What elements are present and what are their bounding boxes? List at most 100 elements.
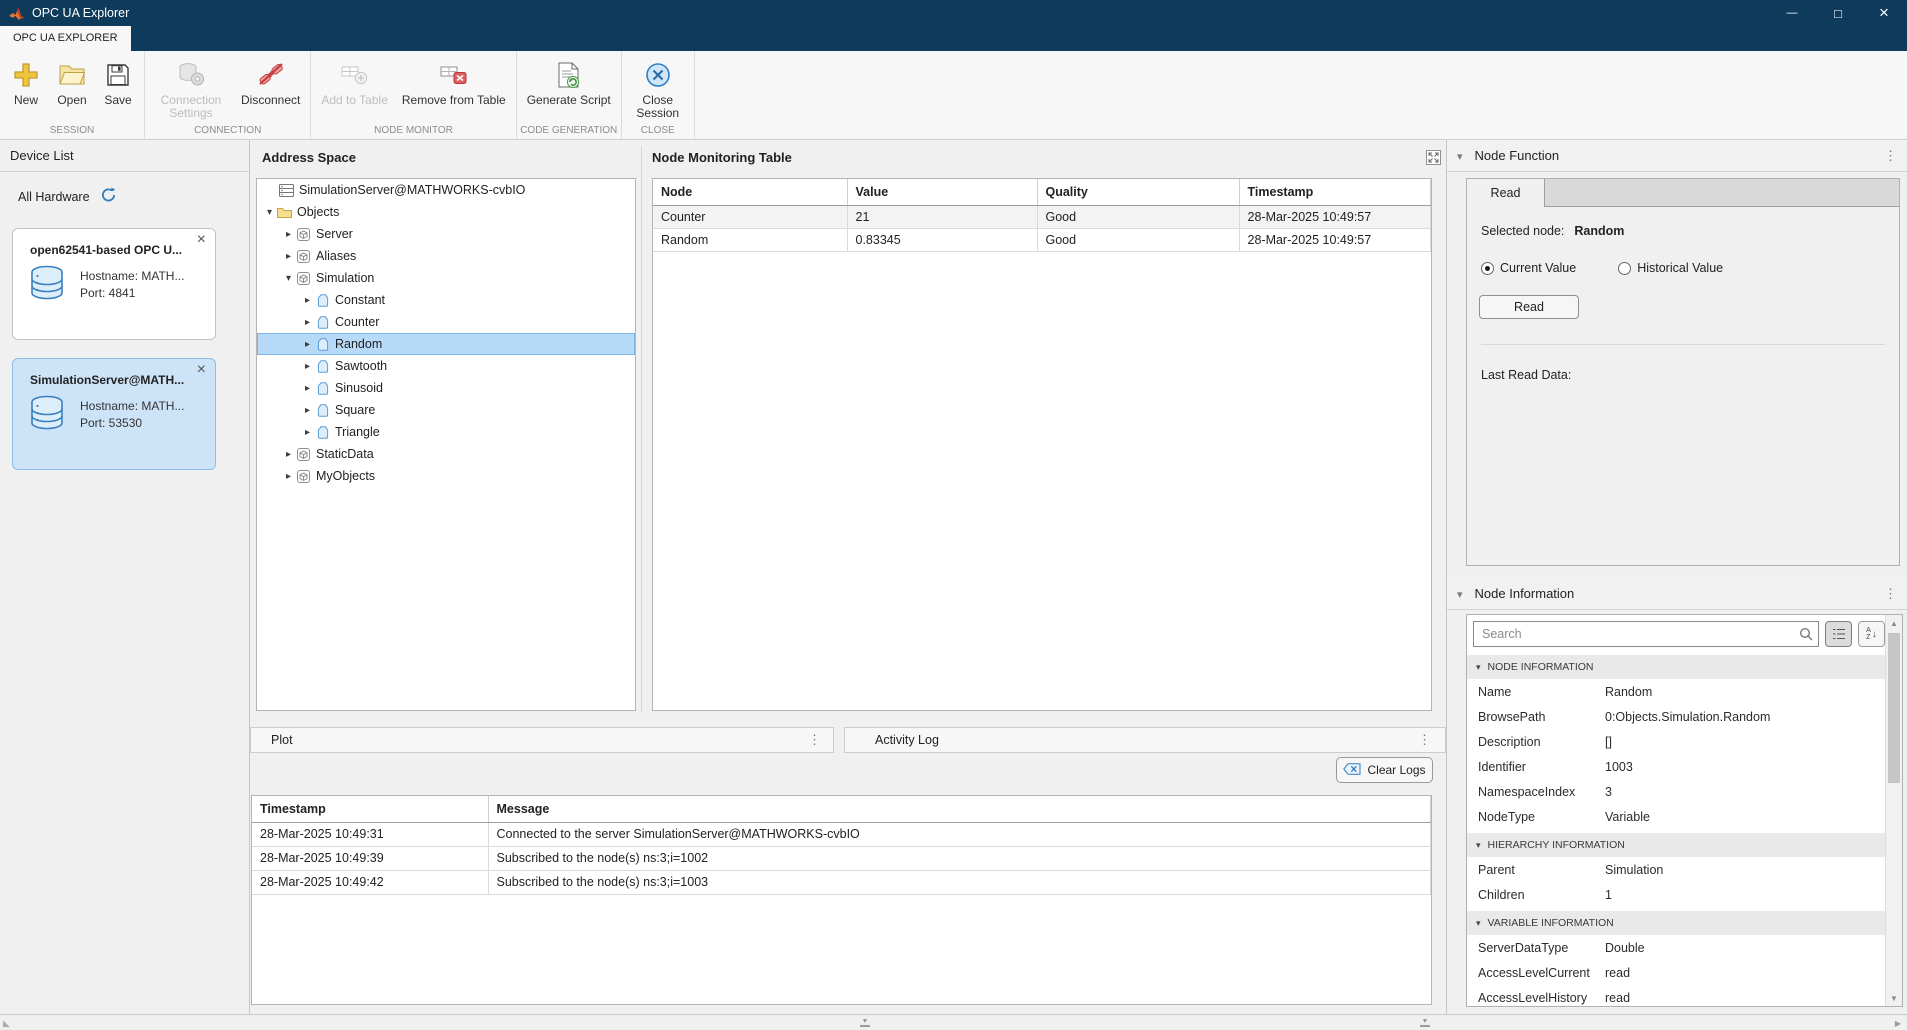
section-node-information[interactable]: NODE INFORMATION: [1467, 655, 1885, 679]
tree-node-myobjects[interactable]: MyObjects: [257, 465, 635, 487]
historical-value-radio[interactable]: Historical Value: [1618, 261, 1723, 275]
tree-node-simulation[interactable]: Simulation: [257, 267, 635, 289]
activity-log-title: Activity Log: [845, 733, 939, 747]
expander-icon[interactable]: [282, 229, 295, 240]
read-button[interactable]: Read: [1479, 295, 1579, 319]
tree-node-objects[interactable]: Objects: [257, 201, 635, 223]
close-session-button[interactable]: Close Session: [632, 58, 684, 120]
scrollbar[interactable]: ▲ ▼: [1885, 615, 1902, 1006]
connection-settings-button[interactable]: Connection Settings: [155, 58, 227, 120]
node-information-header[interactable]: Node Information: [1447, 578, 1907, 610]
tree-node-counter[interactable]: Counter: [257, 311, 635, 333]
object-icon: [295, 470, 312, 483]
column-header-value[interactable]: Value: [847, 179, 1037, 205]
add-to-table-button[interactable]: Add to Table: [321, 58, 388, 107]
close-window-button[interactable]: [1861, 0, 1907, 26]
open-button[interactable]: Open: [56, 58, 88, 107]
activity-log-menu-icon[interactable]: [1418, 732, 1445, 748]
right-panel-splitter[interactable]: [1446, 140, 1447, 1014]
expander-icon[interactable]: [282, 449, 295, 460]
generate-script-icon: [556, 58, 582, 91]
maximize-button[interactable]: [1815, 0, 1861, 26]
scroll-thumb[interactable]: [1888, 633, 1900, 783]
remove-from-table-icon: [439, 58, 469, 91]
tab-opc-ua-explorer[interactable]: OPC UA EXPLORER: [0, 26, 131, 51]
remove-from-table-button[interactable]: Remove from Table: [402, 58, 506, 107]
window-title: OPC UA Explorer: [32, 6, 129, 20]
monitor-row-random[interactable]: Random 0.83345 Good 28-Mar-2025 10:49:57: [653, 228, 1431, 251]
save-button[interactable]: Save: [102, 58, 134, 107]
node-information-menu-icon[interactable]: [1884, 586, 1897, 602]
expander-icon[interactable]: [282, 251, 295, 262]
search-input[interactable]: [1473, 621, 1819, 647]
pane-splitter[interactable]: [641, 146, 642, 712]
section-hierarchy-information[interactable]: HIERARCHY INFORMATION: [1467, 833, 1885, 857]
ribbon-group-node-monitor: Add to Table Remove from Table NODE MONI…: [311, 51, 516, 139]
node-function-menu-icon[interactable]: [1884, 148, 1897, 164]
tree-node-server[interactable]: Server: [257, 223, 635, 245]
generate-script-button[interactable]: Generate Script: [527, 58, 611, 107]
expander-icon[interactable]: [301, 295, 314, 306]
expander-icon[interactable]: [301, 427, 314, 438]
property-row: Children 1: [1467, 882, 1885, 907]
device-card-close-icon[interactable]: [197, 361, 206, 379]
object-icon: [295, 272, 312, 285]
refresh-icon[interactable]: [100, 187, 117, 206]
expander-icon[interactable]: [301, 339, 314, 350]
collapse-arrow-icon[interactable]: [1457, 586, 1463, 601]
expander-icon[interactable]: [301, 361, 314, 372]
column-header-timestamp[interactable]: Timestamp: [1239, 179, 1431, 205]
tree-node-square[interactable]: Square: [257, 399, 635, 421]
popout-expand-icon[interactable]: [1424, 148, 1442, 166]
scroll-down-icon[interactable]: ▼: [1886, 990, 1902, 1006]
minimize-button[interactable]: [1769, 0, 1815, 26]
expander-icon[interactable]: [263, 207, 276, 218]
column-header-timestamp[interactable]: Timestamp: [252, 796, 488, 822]
expander-icon[interactable]: [301, 405, 314, 416]
disconnect-button[interactable]: Disconnect: [241, 58, 300, 107]
plot-title: Plot: [251, 733, 293, 747]
collapse-arrow-icon[interactable]: [1457, 148, 1463, 163]
plot-menu-icon[interactable]: [808, 732, 833, 748]
sort-az-button[interactable]: AZ↓: [1858, 621, 1885, 647]
tree-node-sawtooth[interactable]: Sawtooth: [257, 355, 635, 377]
tab-read[interactable]: Read: [1467, 179, 1545, 207]
column-header-message[interactable]: Message: [488, 796, 1431, 822]
tree-node-sinusoid[interactable]: Sinusoid: [257, 377, 635, 399]
group-view-button[interactable]: [1825, 621, 1852, 647]
node-function-header[interactable]: Node Function: [1447, 140, 1907, 172]
log-row[interactable]: 28-Mar-2025 10:49:42 Subscribed to the n…: [252, 870, 1431, 894]
expander-icon[interactable]: [282, 471, 295, 482]
tree-node-aliases[interactable]: Aliases: [257, 245, 635, 267]
resize-grip-icon[interactable]: [3, 1018, 10, 1029]
titlebar: OPC UA Explorer: [0, 0, 1907, 26]
collapse-panel-icon[interactable]: [1420, 1018, 1430, 1027]
tree-node-random-selected[interactable]: Random: [257, 333, 635, 355]
device-card-open62541[interactable]: open62541-based OPC U... Hostname: MATH.…: [12, 228, 216, 340]
tree-node-staticdata[interactable]: StaticData: [257, 443, 635, 465]
expander-icon[interactable]: [301, 317, 314, 328]
device-card-simulation-server[interactable]: SimulationServer@MATH... Hostname: MATH.…: [12, 358, 216, 470]
plot-panel-header: Plot: [250, 727, 834, 753]
tag-icon: [314, 294, 331, 307]
clear-logs-button[interactable]: Clear Logs: [1336, 757, 1433, 783]
log-row[interactable]: 28-Mar-2025 10:49:31 Connected to the se…: [252, 822, 1431, 846]
expand-right-icon[interactable]: [1895, 1019, 1901, 1028]
monitor-row-counter[interactable]: Counter 21 Good 28-Mar-2025 10:49:57: [653, 205, 1431, 228]
current-value-radio[interactable]: Current Value: [1481, 261, 1576, 275]
log-row[interactable]: 28-Mar-2025 10:49:39 Subscribed to the n…: [252, 846, 1431, 870]
tree-node-server-root[interactable]: SimulationServer@MATHWORKS-cvbIO: [257, 179, 635, 201]
tree-node-triangle[interactable]: Triangle: [257, 421, 635, 443]
collapse-bottom-panel-icon[interactable]: [860, 1018, 870, 1027]
ribbon-tabstrip: OPC UA EXPLORER: [0, 26, 1907, 51]
node-monitoring-table: Node Value Quality Timestamp Counter 21 …: [652, 178, 1432, 711]
column-header-node[interactable]: Node: [653, 179, 847, 205]
new-button[interactable]: New: [10, 58, 42, 107]
tree-node-constant[interactable]: Constant: [257, 289, 635, 311]
section-variable-information[interactable]: VARIABLE INFORMATION: [1467, 911, 1885, 935]
column-header-quality[interactable]: Quality: [1037, 179, 1239, 205]
scroll-up-icon[interactable]: ▲: [1886, 615, 1902, 631]
device-card-close-icon[interactable]: [197, 231, 206, 249]
expander-icon[interactable]: [301, 383, 314, 394]
expander-icon[interactable]: [282, 273, 295, 284]
